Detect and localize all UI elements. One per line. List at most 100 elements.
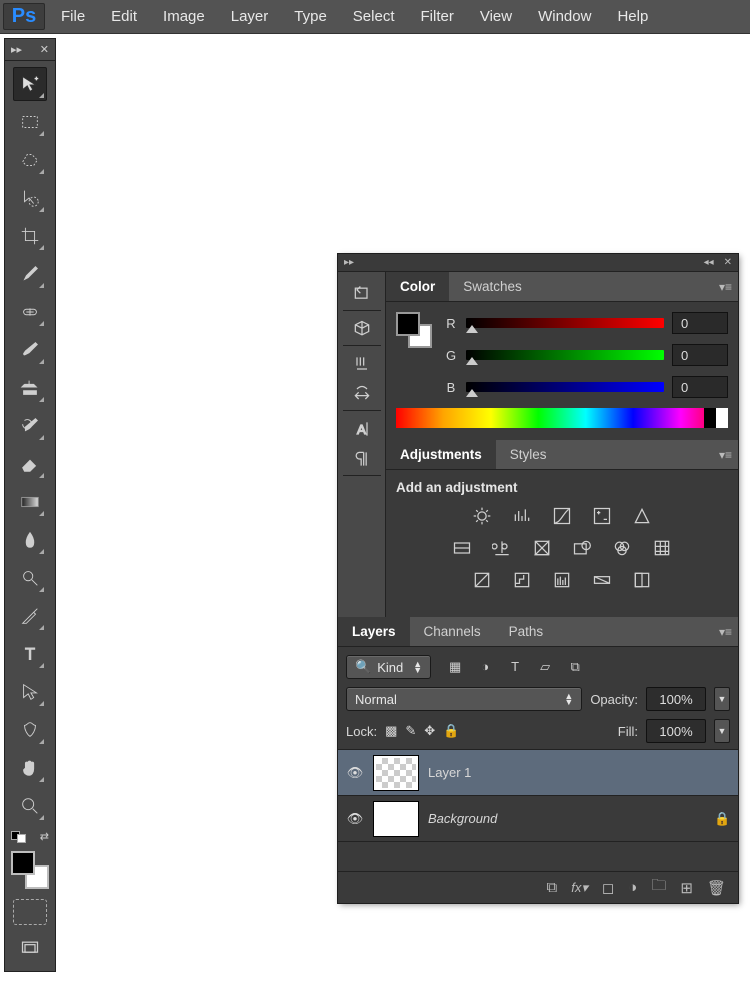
collapse-icon[interactable]: ▸▸: [344, 257, 354, 268]
tab-adjustments[interactable]: Adjustments: [386, 440, 496, 469]
crop-tool[interactable]: [13, 219, 47, 253]
adjustments-panel-menu-icon[interactable]: ▾≡: [719, 448, 732, 462]
posterize-icon[interactable]: [510, 569, 534, 591]
panel-group-header[interactable]: ▸▸ ◂◂ ✕: [338, 254, 738, 272]
tab-paths[interactable]: Paths: [495, 617, 558, 646]
menu-image[interactable]: Image: [150, 0, 218, 33]
minimize-icon[interactable]: ◂◂: [704, 257, 714, 268]
dodge-tool[interactable]: [13, 561, 47, 595]
history-icon[interactable]: [349, 284, 375, 304]
filter-smart-icon[interactable]: ⧉: [565, 659, 585, 675]
color-lookup-icon[interactable]: [650, 537, 674, 559]
filter-adjustment-icon[interactable]: ◑: [475, 659, 495, 675]
color-spectrum[interactable]: [396, 408, 728, 428]
tab-swatches[interactable]: Swatches: [449, 272, 536, 301]
zoom-tool[interactable]: [13, 789, 47, 823]
lock-all-icon[interactable]: 🔒: [443, 723, 459, 739]
menu-file[interactable]: File: [48, 0, 98, 33]
layer-thumbnail[interactable]: [374, 802, 418, 836]
brushes-icon[interactable]: [349, 354, 375, 374]
black-white-icon[interactable]: [530, 537, 554, 559]
layer-row[interactable]: 👁 Layer 1: [338, 749, 738, 795]
eraser-tool[interactable]: [13, 447, 47, 481]
foreground-background-colors[interactable]: [11, 851, 49, 889]
move-tool[interactable]: [13, 67, 47, 101]
quick-select-tool[interactable]: [13, 181, 47, 215]
filter-shape-icon[interactable]: ▱: [535, 659, 555, 675]
menu-type[interactable]: Type: [281, 0, 340, 33]
menu-edit[interactable]: Edit: [98, 0, 150, 33]
screen-mode-button[interactable]: [13, 935, 47, 961]
exposure-icon[interactable]: [590, 505, 614, 527]
menu-view[interactable]: View: [467, 0, 525, 33]
type-tool[interactable]: T: [13, 637, 47, 671]
filter-pixel-icon[interactable]: ▦: [445, 659, 465, 675]
fill-value[interactable]: 100%: [646, 719, 706, 743]
paragraph-icon[interactable]: [349, 449, 375, 469]
hue-saturation-icon[interactable]: [450, 537, 474, 559]
layer-filter-select[interactable]: 🔍 Kind ▲▼: [346, 655, 431, 679]
vibrance-icon[interactable]: [630, 505, 654, 527]
cube-3d-icon[interactable]: [349, 319, 375, 339]
group-icon[interactable]: 🗀: [651, 875, 666, 900]
clone-source-icon[interactable]: [349, 384, 375, 404]
photo-filter-icon[interactable]: [570, 537, 594, 559]
menu-layer[interactable]: Layer: [218, 0, 282, 33]
channel-r-slider[interactable]: [466, 318, 664, 328]
close-icon[interactable]: ✕: [724, 257, 732, 268]
gradient-map-icon[interactable]: [590, 569, 614, 591]
foreground-color-swatch[interactable]: [11, 851, 35, 875]
marquee-tool[interactable]: [13, 105, 47, 139]
tab-color[interactable]: Color: [386, 272, 449, 301]
tab-channels[interactable]: Channels: [410, 617, 495, 646]
menu-filter[interactable]: Filter: [408, 0, 467, 33]
menu-help[interactable]: Help: [604, 0, 661, 33]
mask-icon[interactable]: ◻: [602, 879, 614, 897]
adjustment-layer-icon[interactable]: ◑: [628, 879, 637, 896]
channel-mixer-icon[interactable]: [610, 537, 634, 559]
opacity-dropdown-icon[interactable]: ▼: [714, 687, 730, 711]
blend-mode-select[interactable]: Normal ▲▼: [346, 687, 582, 711]
fill-dropdown-icon[interactable]: ▼: [714, 719, 730, 743]
channel-g-slider[interactable]: [466, 350, 664, 360]
hand-tool[interactable]: [13, 751, 47, 785]
eyedropper-tool[interactable]: [13, 257, 47, 291]
brightness-contrast-icon[interactable]: [470, 505, 494, 527]
layer-row[interactable]: 👁 Background 🔒: [338, 795, 738, 841]
curves-icon[interactable]: [550, 505, 574, 527]
brush-tool[interactable]: [13, 333, 47, 367]
channel-g-value[interactable]: 0: [672, 344, 728, 366]
path-select-tool[interactable]: [13, 675, 47, 709]
close-icon[interactable]: ✕: [40, 43, 49, 56]
visibility-toggle-icon[interactable]: 👁: [346, 811, 364, 827]
channel-b-value[interactable]: 0: [672, 376, 728, 398]
delete-icon[interactable]: 🗑: [707, 879, 726, 897]
layers-panel-menu-icon[interactable]: ▾≡: [719, 625, 732, 639]
color-balance-icon[interactable]: [490, 537, 514, 559]
tab-styles[interactable]: Styles: [496, 440, 561, 469]
new-layer-icon[interactable]: ⊞: [680, 879, 693, 897]
visibility-toggle-icon[interactable]: 👁: [346, 765, 364, 781]
tab-layers[interactable]: Layers: [338, 617, 410, 646]
blur-tool[interactable]: [13, 523, 47, 557]
healing-brush-tool[interactable]: [13, 295, 47, 329]
lock-transparent-icon[interactable]: ▩: [385, 723, 397, 739]
levels-icon[interactable]: [510, 505, 534, 527]
color-panel-swatches[interactable]: [396, 312, 432, 348]
menu-window[interactable]: Window: [525, 0, 604, 33]
lock-pixels-icon[interactable]: ✎: [405, 723, 416, 739]
layer-name[interactable]: Layer 1: [428, 765, 730, 780]
swap-colors-icon[interactable]: ⇄: [40, 832, 49, 843]
threshold-icon[interactable]: [550, 569, 574, 591]
color-fg-swatch[interactable]: [396, 312, 420, 336]
history-brush-tool[interactable]: [13, 409, 47, 443]
filter-type-icon[interactable]: T: [505, 659, 525, 675]
menu-select[interactable]: Select: [340, 0, 408, 33]
channel-b-slider[interactable]: [466, 382, 664, 392]
shape-tool[interactable]: [13, 713, 47, 747]
layer-thumbnail[interactable]: [374, 756, 418, 790]
invert-icon[interactable]: [470, 569, 494, 591]
quick-mask-mode-button[interactable]: [13, 899, 47, 925]
gradient-tool[interactable]: [13, 485, 47, 519]
character-icon[interactable]: A: [349, 419, 375, 439]
